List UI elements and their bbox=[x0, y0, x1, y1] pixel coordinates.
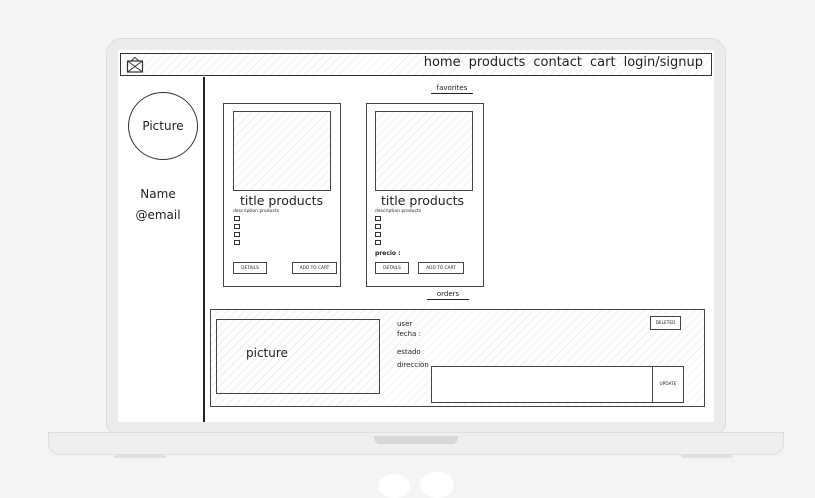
order-address-label: direccion bbox=[397, 361, 429, 369]
user-email: @email bbox=[135, 208, 181, 222]
logo-icon[interactable] bbox=[126, 56, 144, 74]
add-to-cart-button[interactable]: ADD TO CART bbox=[292, 262, 337, 274]
add-to-cart-label: ADD TO CART bbox=[299, 265, 330, 271]
product-card: title products description products DETA… bbox=[223, 103, 341, 287]
app-screen: home products contact cart login/signup … bbox=[118, 50, 714, 422]
nav-login-signup-link[interactable]: login/signup bbox=[624, 55, 703, 70]
order-picture: picture bbox=[216, 319, 380, 394]
orders-title: orders bbox=[427, 290, 469, 300]
product-image[interactable] bbox=[375, 111, 473, 191]
details-button[interactable]: DETAILS bbox=[233, 262, 267, 274]
delete-button-label: DELETED bbox=[655, 320, 676, 326]
product-image[interactable] bbox=[233, 111, 331, 191]
favorites-title: favorites bbox=[431, 84, 473, 94]
order-user-label: user bbox=[397, 320, 413, 328]
delete-order-button[interactable]: DELETED bbox=[650, 316, 681, 330]
option-checkbox[interactable] bbox=[375, 216, 381, 221]
add-to-cart-label: ADD TO CART bbox=[426, 265, 456, 271]
sidebar-divider bbox=[203, 77, 205, 422]
nav-links: home products contact cart login/signup bbox=[424, 55, 703, 70]
option-checkbox[interactable] bbox=[375, 240, 381, 245]
avatar-label: Picture bbox=[142, 119, 184, 133]
avatar[interactable]: Picture bbox=[128, 92, 198, 160]
order-card: picture user fecha : estado direccion DE… bbox=[210, 309, 705, 407]
update-order-button[interactable]: UPDATE bbox=[652, 366, 684, 403]
details-button-label: DETAILS bbox=[241, 265, 259, 271]
add-to-cart-button[interactable]: ADD TO CART bbox=[418, 262, 464, 274]
address-input[interactable] bbox=[431, 366, 654, 403]
product-description: description products bbox=[375, 209, 422, 214]
option-checkbox[interactable] bbox=[375, 232, 381, 237]
product-description: description products bbox=[233, 209, 280, 214]
order-picture-label: picture bbox=[246, 346, 288, 360]
option-checkbox[interactable] bbox=[234, 224, 240, 229]
option-checkbox[interactable] bbox=[234, 232, 240, 237]
nav-cart-link[interactable]: cart bbox=[590, 55, 616, 70]
nav-home-link[interactable]: home bbox=[424, 55, 461, 70]
navbar: home products contact cart login/signup bbox=[120, 53, 712, 76]
decorative-bubble bbox=[420, 472, 454, 498]
details-button-label: DETAILS bbox=[383, 265, 401, 271]
price-label: precio : bbox=[375, 250, 401, 257]
details-button[interactable]: DETAILS bbox=[375, 262, 409, 274]
option-checkbox[interactable] bbox=[234, 240, 240, 245]
order-date-label: fecha : bbox=[397, 330, 421, 338]
product-title: title products bbox=[381, 193, 465, 208]
option-checkbox[interactable] bbox=[234, 216, 240, 221]
update-button-label: UPDATE bbox=[659, 382, 677, 387]
order-status-label: estado bbox=[397, 348, 421, 356]
product-title: title products bbox=[240, 193, 324, 208]
nav-contact-link[interactable]: contact bbox=[533, 55, 582, 70]
user-name: Name bbox=[140, 187, 176, 201]
nav-products-link[interactable]: products bbox=[469, 55, 526, 70]
laptop-notch bbox=[374, 436, 458, 444]
laptop-foot-left bbox=[114, 455, 166, 458]
decorative-bubble bbox=[378, 474, 410, 498]
laptop-foot-right bbox=[681, 455, 733, 458]
product-card: title products description products prec… bbox=[366, 103, 484, 287]
option-checkbox[interactable] bbox=[375, 224, 381, 229]
